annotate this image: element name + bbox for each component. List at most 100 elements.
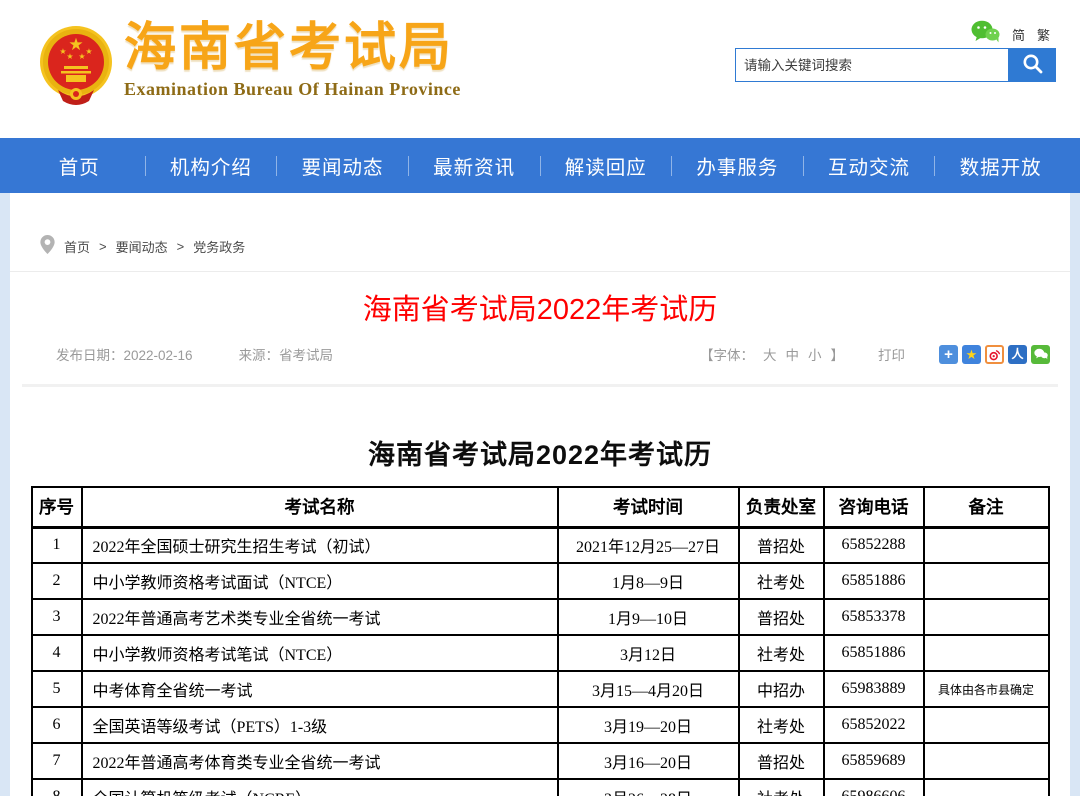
wechat-icon[interactable] (971, 20, 1000, 48)
col-header-remark: 备注 (924, 487, 1049, 527)
table-row: 6 全国英语等级考试（PETS）1-3级 3月19—20日 社考处 658520… (32, 707, 1049, 743)
search-input[interactable] (735, 48, 1009, 82)
cell-index: 4 (32, 635, 82, 671)
search-bar (735, 48, 1056, 82)
col-header-exam-time: 考试时间 (558, 487, 739, 527)
cell-department: 社考处 (739, 707, 824, 743)
nav-item-open-data[interactable]: 数据开放 (935, 151, 1066, 180)
table-row: 1 2022年全国硕士研究生招生考试（初试） 2021年12月25—27日 普招… (32, 527, 1049, 563)
cell-department: 普招处 (739, 527, 824, 563)
cell-exam-name: 全国计算机等级考试（NCRE） (82, 779, 558, 796)
search-button[interactable] (1009, 48, 1056, 82)
lang-simplified[interactable]: 简 (1012, 25, 1025, 44)
cell-exam-time: 3月19—20日 (558, 707, 739, 743)
cell-exam-name: 2022年普通高考艺术类专业全省统一考试 (82, 599, 558, 635)
breadcrumb-separator: > (99, 239, 107, 254)
font-size-open: 【字体： (700, 344, 754, 364)
cell-department: 社考处 (739, 563, 824, 599)
font-size-medium[interactable]: 中 (786, 344, 800, 364)
cell-index: 8 (32, 779, 82, 796)
table-row: 4 中小学教师资格考试笔试（NTCE） 3月12日 社考处 65851886 (32, 635, 1049, 671)
breadcrumb-news[interactable]: 要闻动态 (116, 237, 168, 256)
cell-phone: 65851886 (824, 563, 924, 599)
content-wrap: 首页 > 要闻动态 > 党务政务 海南省考试局2022年考试历 发布日期：202… (0, 193, 1080, 796)
cell-remark (924, 743, 1049, 779)
cell-department: 普招处 (739, 599, 824, 635)
article-source: 来源：省考试局 (239, 344, 334, 364)
cell-phone: 65851886 (824, 635, 924, 671)
cell-exam-time: 3月16—20日 (558, 743, 739, 779)
breadcrumb-current[interactable]: 党务政务 (193, 237, 245, 256)
publish-date: 发布日期：2022-02-16 (56, 344, 193, 364)
table-row: 3 2022年普通高考艺术类专业全省统一考试 1月9—10日 普招处 65853… (32, 599, 1049, 635)
cell-exam-name: 中小学教师资格考试面试（NTCE） (82, 563, 558, 599)
breadcrumb-home[interactable]: 首页 (64, 237, 90, 256)
cell-phone: 65852288 (824, 527, 924, 563)
font-size-large[interactable]: 大 (763, 344, 777, 364)
nav-item-about[interactable]: 机构介绍 (146, 151, 277, 180)
exam-calendar-table: 序号 考试名称 考试时间 负责处室 咨询电话 备注 1 2022年全国硕士研究生… (31, 486, 1050, 796)
nav-item-interaction[interactable]: 互动交流 (804, 151, 935, 180)
cell-index: 2 (32, 563, 82, 599)
lang-traditional[interactable]: 繁 (1037, 25, 1050, 44)
cell-phone: 65859689 (824, 743, 924, 779)
article-meta-left: 发布日期：2022-02-16 来源：省考试局 (56, 344, 333, 364)
cell-remark (924, 527, 1049, 563)
weibo-share-icon[interactable] (985, 345, 1004, 364)
cell-department: 社考处 (739, 635, 824, 671)
wechat-share-icon[interactable] (1031, 345, 1050, 364)
cell-exam-name: 中小学教师资格考试笔试（NTCE） (82, 635, 558, 671)
cell-exam-name: 中考体育全省统一考试 (82, 671, 558, 707)
language-toggle-row: 简 繁 (971, 20, 1050, 48)
table-row: 5 中考体育全省统一考试 3月15—4月20日 中招办 65983889 具体由… (32, 671, 1049, 707)
nav-item-services[interactable]: 办事服务 (672, 151, 803, 180)
cell-exam-time: 3月12日 (558, 635, 739, 671)
cell-index: 3 (32, 599, 82, 635)
breadcrumb-separator: > (177, 239, 185, 254)
search-icon (1021, 52, 1045, 79)
cell-exam-time: 1月9—10日 (558, 599, 739, 635)
nav-item-latest[interactable]: 最新资讯 (409, 151, 540, 180)
site-subtitle: Examination Bureau Of Hainan Province (124, 79, 461, 100)
cell-remark (924, 707, 1049, 743)
renren-share-icon[interactable]: 人 (1008, 345, 1027, 364)
nav-item-interpretation[interactable]: 解读回应 (541, 151, 672, 180)
cell-department: 中招办 (739, 671, 824, 707)
cell-remark (924, 599, 1049, 635)
font-size-close: 】 (831, 344, 845, 364)
cell-remark (924, 635, 1049, 671)
print-button[interactable]: 打印 (878, 344, 905, 364)
cell-exam-name: 2022年普通高考体育类专业全省统一考试 (82, 743, 558, 779)
col-header-index: 序号 (32, 487, 82, 527)
emblem-icon: ★ ★ ★ ★ ★ (36, 95, 116, 112)
article-meta: 发布日期：2022-02-16 来源：省考试局 【字体： 大 中 小 】 打印 … (10, 344, 1070, 364)
font-size-control: 【字体： 大 中 小 】 (700, 344, 844, 364)
cell-remark: 具体由各市县确定 (924, 671, 1049, 707)
table-row: 8 全国计算机等级考试（NCRE） 3月26—28日 社考处 65986606 (32, 779, 1049, 796)
font-size-small[interactable]: 小 (808, 344, 822, 364)
cell-department: 普招处 (739, 743, 824, 779)
site-titles: 海南省考试局 Examination Bureau Of Hainan Prov… (124, 20, 461, 100)
table-row: 7 2022年普通高考体育类专业全省统一考试 3月16—20日 普招处 6585… (32, 743, 1049, 779)
nav-item-home[interactable]: 首页 (14, 151, 145, 180)
cell-department: 社考处 (739, 779, 824, 796)
nav-item-news[interactable]: 要闻动态 (277, 151, 408, 180)
col-header-exam-name: 考试名称 (82, 487, 558, 527)
cell-exam-time: 3月15—4月20日 (558, 671, 739, 707)
qzone-share-icon[interactable]: ★ (962, 345, 981, 364)
cell-exam-time: 3月26—28日 (558, 779, 739, 796)
table-header-row: 序号 考试名称 考试时间 负责处室 咨询电话 备注 (32, 487, 1049, 527)
share-more-icon[interactable]: + (939, 345, 958, 364)
table-row: 2 中小学教师资格考试面试（NTCE） 1月8—9日 社考处 65851886 (32, 563, 1049, 599)
cell-phone: 65853378 (824, 599, 924, 635)
national-emblem-logo[interactable]: ★ ★ ★ ★ ★ (36, 24, 116, 108)
cell-remark (924, 779, 1049, 796)
main-nav: 首页 机构介绍 要闻动态 最新资讯 解读回应 办事服务 互动交流 数据开放 (0, 138, 1080, 193)
cell-exam-name: 2022年全国硕士研究生招生考试（初试） (82, 527, 558, 563)
content: 首页 > 要闻动态 > 党务政务 海南省考试局2022年考试历 发布日期：202… (10, 193, 1070, 796)
location-pin-icon (40, 235, 55, 257)
share-icons: + ★ 人 (939, 345, 1050, 364)
svg-text:★: ★ (85, 47, 92, 56)
divider-line-thick (22, 384, 1058, 387)
cell-phone: 65852022 (824, 707, 924, 743)
